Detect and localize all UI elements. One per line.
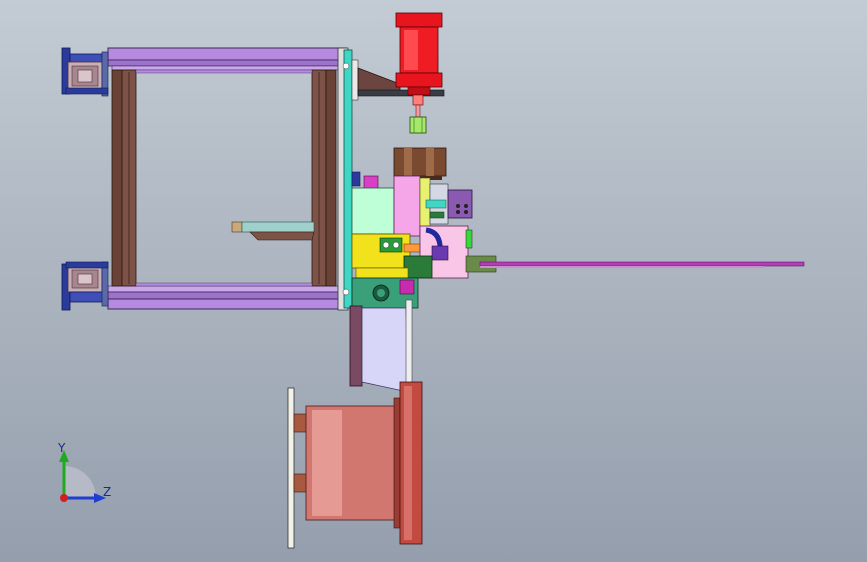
frame-post-left [111,69,123,287]
y-axis-label: Y [58,441,66,455]
pneumatic-cylinder [395,12,443,118]
z-axis-label: Z [103,485,112,499]
green-nozzle [409,116,427,134]
cad-viewport[interactable]: Y Z [0,0,867,562]
frame-bottom-rail [107,285,347,293]
caster-bottom [61,261,109,311]
assembly-model[interactable] [0,0,867,562]
caster-top [61,47,109,97]
motor-assembly [287,381,423,549]
frame-top-rail [107,47,347,61]
mount-plate-cyan [343,49,353,309]
slide-arm [231,221,315,241]
central-mechanism [351,171,497,309]
lower-chute [349,299,413,393]
frame-assembly [107,47,347,310]
brown-block [393,147,447,180]
ejector-rod [479,261,805,268]
x-axis-dot [60,494,68,502]
